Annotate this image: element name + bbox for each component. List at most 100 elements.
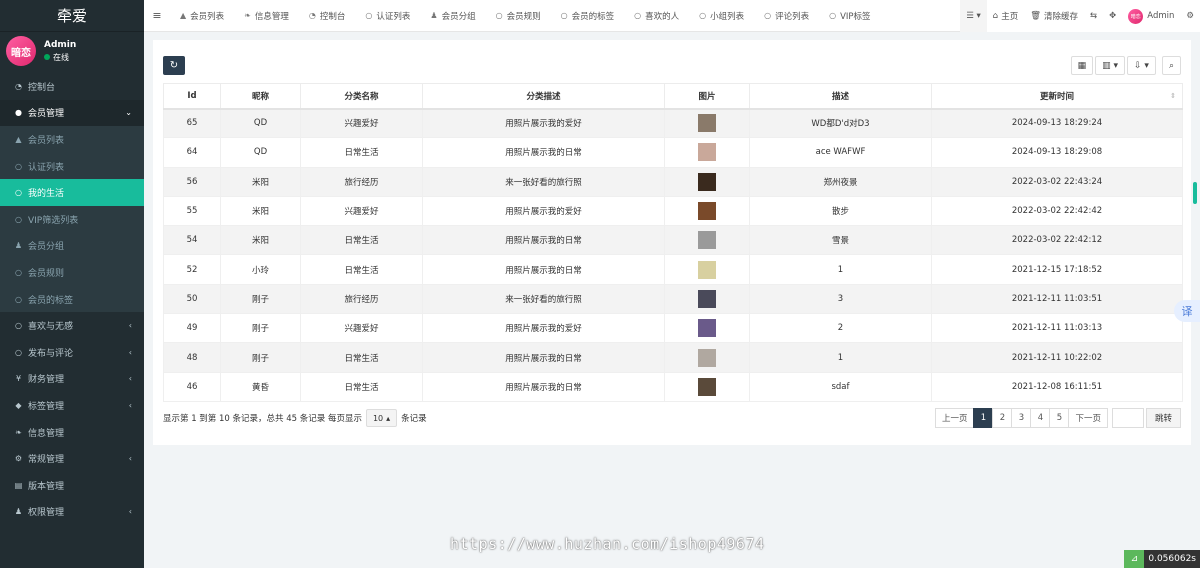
sidebar-item[interactable]: ◔ 控制台	[0, 73, 144, 100]
sidebar: 牵爱 暗恋 Admin 在线 ◔ 控制台 ● 会员管理 ⌄ ▲ 会员列表 ○ 认证列表 ○ 我的生活…	[0, 0, 144, 568]
column-header[interactable]: 分类描述	[422, 83, 665, 110]
sidebar-item[interactable]: ♟ 会员分组	[0, 232, 144, 260]
jump-button[interactable]: 跳转	[1145, 408, 1181, 428]
fullscreen-button[interactable]: ✥	[1103, 0, 1122, 32]
table-header-row: Id 昵称 分类名称 分类描述 图片 描述 更新时间 ⇕	[163, 83, 1183, 110]
column-header[interactable]: 描述	[749, 83, 932, 110]
page-number-button[interactable]: 3	[1011, 408, 1032, 428]
chevron-icon: ⌄	[125, 108, 132, 118]
dashboard-icon: ◔	[15, 81, 22, 91]
nav-tab[interactable]: ○ 会员的标签	[551, 0, 625, 32]
nav-tab[interactable]: ○ 评论列表	[754, 0, 819, 32]
cell-id: 65	[163, 107, 221, 139]
refresh-button[interactable]: ↻	[163, 56, 185, 75]
nav-tab[interactable]: ❧ 信息管理	[234, 0, 299, 32]
sidebar-item[interactable]: ⚙ 常规管理 ‹	[0, 445, 144, 472]
nav-tab[interactable]: ○ VIP标签	[819, 0, 880, 32]
sidebar-item[interactable]: ❧ 信息管理	[0, 419, 144, 446]
page-number-button[interactable]: 5	[1049, 408, 1070, 428]
nav-tab[interactable]: ○ 会员规则	[486, 0, 551, 32]
thumbnail-image[interactable]	[698, 348, 716, 367]
sidebar-item[interactable]: ○ 会员的标签	[0, 285, 144, 313]
cell-category-desc: 用照片展示我的爱好	[422, 107, 665, 139]
column-header[interactable]: Id	[163, 83, 221, 110]
thumbnail-image[interactable]	[698, 260, 716, 279]
sidebar-item[interactable]: ▲ 会员列表	[0, 126, 144, 153]
brand-logo[interactable]: 牵爱	[0, 0, 144, 32]
thumbnail-image[interactable]	[698, 231, 716, 250]
columns-button[interactable]: ▥ ▾	[1095, 56, 1126, 75]
export-button[interactable]: ⇩ ▾	[1127, 56, 1156, 75]
column-header[interactable]: 图片	[664, 83, 750, 110]
thumbnail-image[interactable]	[698, 289, 716, 308]
table-row[interactable]: 48 刚子 日常生活 用照片展示我的日常 1 2021-12-11 10:22:02	[163, 342, 1183, 373]
circle-icon: ○	[699, 11, 707, 20]
page-number-button[interactable]: 4	[1030, 408, 1051, 428]
table-row[interactable]: 64 QD 日常生活 用照片展示我的日常 ace WAFWF 2024-09-13 18:…	[163, 137, 1183, 168]
nav-tab[interactable]: ♟ 会员分组	[420, 0, 485, 32]
sidebar-item[interactable]: ● 会员管理 ⌄	[0, 99, 144, 127]
admin-menu[interactable]: 暗恋 Admin	[1122, 0, 1180, 32]
menu-toggle-button[interactable]: ≡	[144, 0, 170, 32]
table-row[interactable]: 50 刚子 旅行经历 来一张好看的旅行照 3 2021-12-11 11:03:51	[163, 283, 1183, 315]
table-row[interactable]: 65 QD 兴趣爱好 用照片展示我的爱好 WD都D'd对D3 2024-09-13 18:…	[163, 107, 1183, 139]
thumbnail-image[interactable]	[698, 114, 716, 133]
page-number-button[interactable]: 1	[973, 408, 994, 428]
sidebar-item[interactable]: ○ VIP筛选列表	[0, 205, 144, 233]
prev-page-button[interactable]: 上一页	[934, 408, 975, 428]
circle-icon: ○	[15, 294, 22, 304]
nav-tab[interactable]: ▲ 会员列表	[170, 0, 234, 32]
sidebar-item-label: 版本管理	[28, 481, 65, 492]
nav-tab[interactable]: ◔ 控制台	[299, 0, 356, 32]
table-row[interactable]: 49 刚子 兴趣爱好 用照片展示我的爱好 2 2021-12-11 11:03:13	[163, 313, 1183, 344]
column-header[interactable]: 昵称	[220, 83, 301, 110]
sidebar-item[interactable]: ♟ 权限管理 ‹	[0, 499, 144, 526]
table-row[interactable]: 54 米阳 日常生活 用照片展示我的日常 雪景 2022-03-02 22:42:12	[163, 225, 1183, 256]
table-row[interactable]: 52 小玲 日常生活 用照片展示我的日常 1 2021-12-15 17:18:52	[163, 254, 1183, 285]
home-link[interactable]: ⌂ 主页	[987, 0, 1024, 32]
scrollbar-thumb[interactable]	[1193, 182, 1197, 204]
nav-tab-label: 喜欢的人	[645, 11, 680, 22]
sidebar-item[interactable]: ▤ 版本管理	[0, 472, 144, 499]
thumbnail-image[interactable]	[698, 202, 716, 221]
sidebar-item-label: 发布与评论	[28, 348, 74, 359]
nav-tab[interactable]: ○ 认证列表	[355, 0, 420, 32]
cell-category-desc: 用照片展示我的日常	[422, 254, 665, 285]
nav-tab[interactable]: ○ 喜欢的人	[624, 0, 689, 32]
user-panel: 暗恋 Admin 在线	[0, 32, 144, 70]
page-number-button[interactable]: 2	[992, 408, 1013, 428]
sidebar-item[interactable]: ○ 发布与评论 ‹	[0, 339, 144, 366]
thumbnail-image[interactable]	[698, 319, 716, 338]
language-button[interactable]: ⇆	[1084, 0, 1103, 32]
sidebar-item[interactable]: ◆ 标签管理 ‹	[0, 392, 144, 419]
sidebar-item[interactable]: ○ 认证列表	[0, 152, 144, 180]
sidebar-item-label: 信息管理	[28, 428, 65, 439]
thumbnail-image[interactable]	[698, 172, 716, 191]
toggle-view-button[interactable]: ▦	[1070, 56, 1094, 75]
settings-button[interactable]: ⚙	[1180, 0, 1200, 32]
sidebar-item[interactable]: ¥ 财务管理 ‹	[0, 366, 144, 393]
sidebar-item[interactable]: ○ 我的生活	[0, 179, 144, 206]
column-header[interactable]: 分类名称	[300, 83, 423, 110]
search-button[interactable]: ⌕	[1161, 56, 1181, 75]
next-page-button[interactable]: 下一页	[1068, 408, 1108, 428]
table-row[interactable]: 55 米阳 兴趣爱好 用照片展示我的爱好 散步 2022-03-02 22:42:42	[163, 195, 1183, 227]
jump-page-input[interactable]	[1111, 408, 1144, 428]
thumbnail-image[interactable]	[698, 143, 716, 162]
table-row[interactable]: 56 米阳 旅行经历 来一张好看的旅行照 郑州夜景 2022-03-02 22:43:24	[163, 166, 1183, 197]
nav-tab[interactable]: ○ 小组列表	[689, 0, 754, 32]
thumbnail-image[interactable]	[698, 377, 716, 396]
sidebar-item-label: 认证列表	[28, 162, 65, 173]
circle-icon: ○	[15, 161, 22, 171]
clear-cache-button[interactable]: 🗑 清除缓存	[1024, 0, 1084, 32]
column-header[interactable]: 更新时间 ⇕	[931, 83, 1183, 110]
tab-list-dropdown[interactable]: ☰ ▾	[960, 0, 987, 32]
leaf-icon: ❧	[244, 11, 251, 20]
sidebar-item[interactable]: ○ 会员规则	[0, 259, 144, 286]
translate-button[interactable]: 译	[1174, 300, 1200, 322]
cell-updated-time: 2024-09-13 18:29:24	[931, 107, 1183, 139]
page-size-select[interactable]: 10 ▴	[365, 409, 398, 427]
table-row[interactable]: 46 黄昏 日常生活 用照片展示我的日常 sdaf 2021-12-08 16:11:51	[163, 371, 1183, 402]
avatar[interactable]: 暗恋	[6, 36, 36, 66]
sidebar-item[interactable]: ○ 喜欢与无感 ‹	[0, 312, 144, 339]
